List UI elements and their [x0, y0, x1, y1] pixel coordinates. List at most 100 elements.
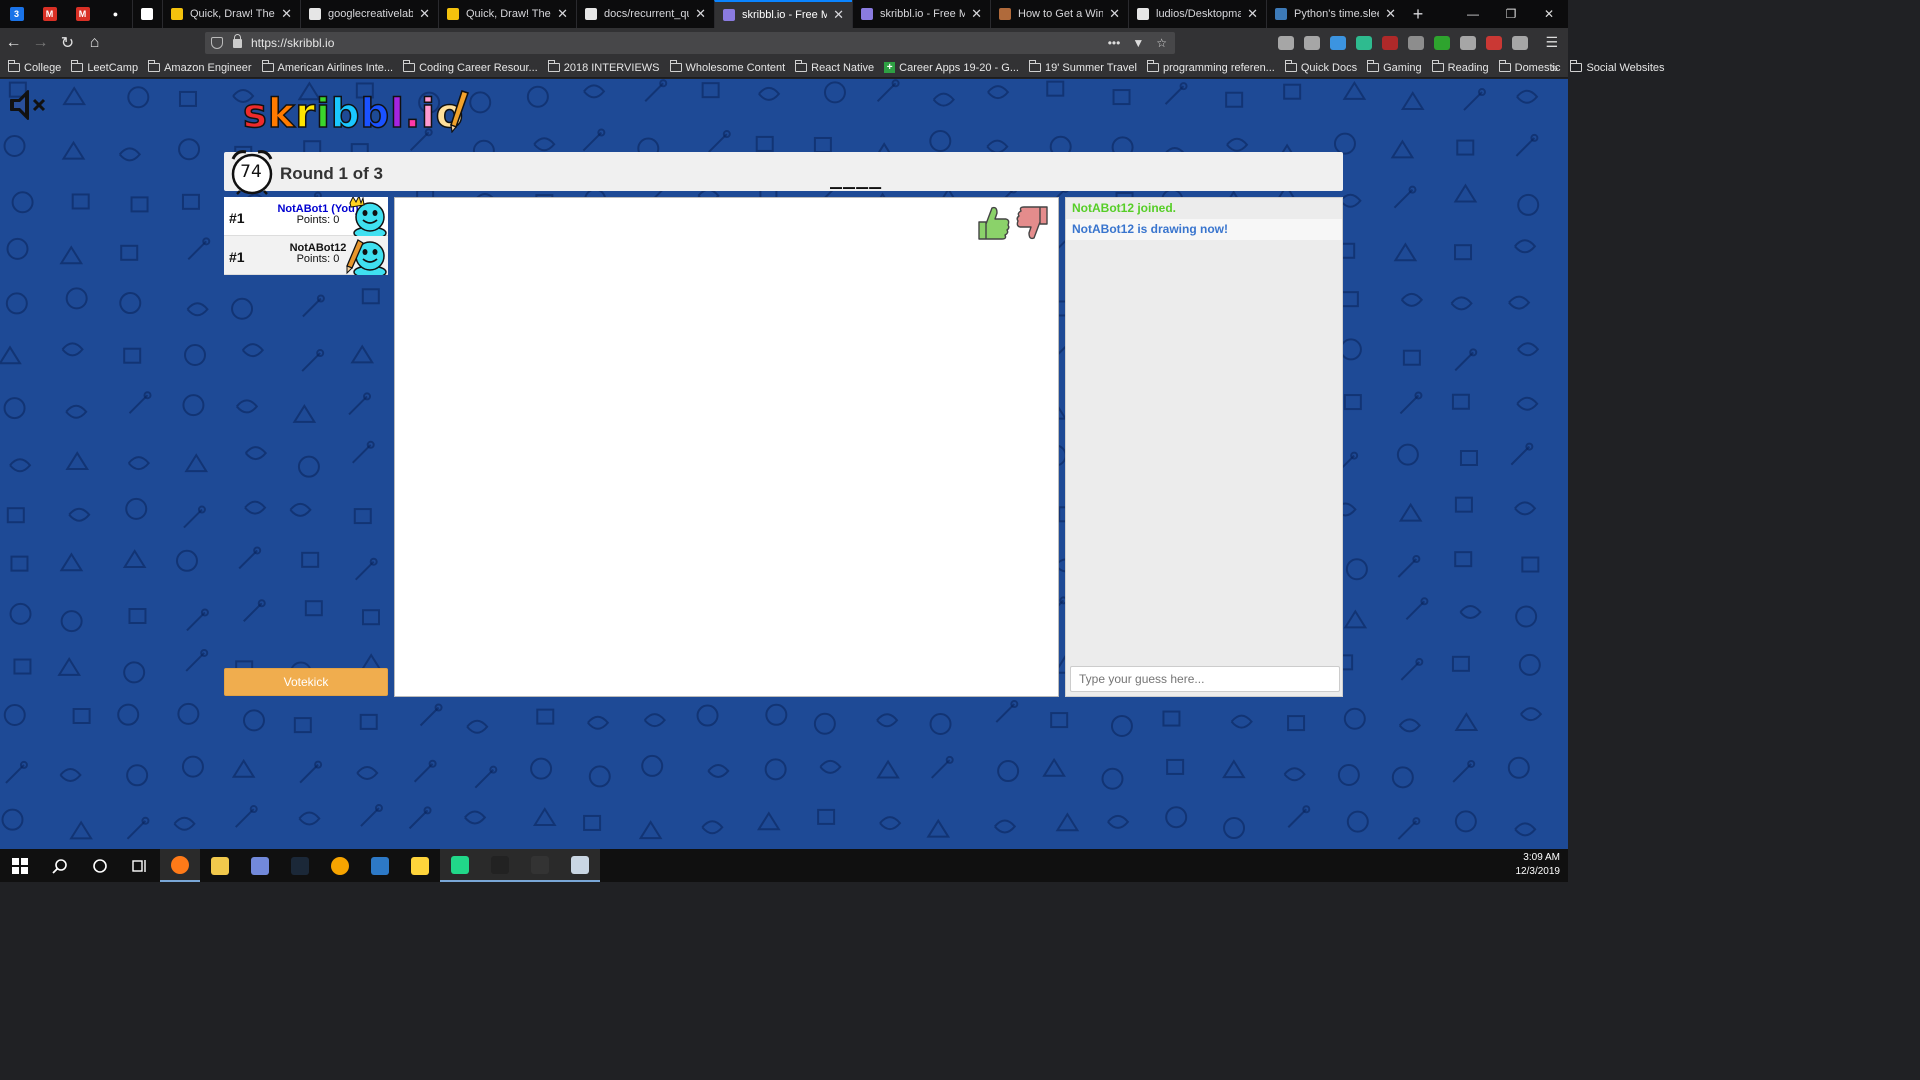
browser-tab[interactable]: ludios/Desktopmag ✕: [1128, 0, 1266, 28]
browser-tab[interactable]: How to Get a Windo ✕: [990, 0, 1128, 28]
tab-close-icon[interactable]: ✕: [695, 6, 706, 22]
pinned-tab[interactable]: ●: [99, 0, 132, 28]
tab-close-icon[interactable]: ✕: [1109, 6, 1120, 22]
logo-letter: .: [404, 90, 422, 138]
hamburger-menu-icon[interactable]: ☰: [1545, 34, 1558, 51]
bookmark-item[interactable]: React Native: [795, 60, 874, 74]
browser-tab[interactable]: docs/recurrent_qui ✕: [576, 0, 714, 28]
bookmark-star-icon[interactable]: ☆: [1156, 36, 1167, 50]
bookmark-item[interactable]: College: [8, 60, 61, 74]
browser-tab[interactable]: skribbl.io - Free Mu ✕: [714, 0, 852, 28]
browser-tab[interactable]: Python's time.sleep ✕: [1266, 0, 1404, 28]
pinned-tab[interactable]: M: [33, 0, 66, 28]
tab-close-icon[interactable]: ✕: [419, 6, 430, 22]
python-idle-icon[interactable]: [400, 849, 440, 882]
tracking-shield-icon[interactable]: [211, 37, 223, 49]
pycharm-icon[interactable]: [440, 849, 480, 882]
url-text[interactable]: https://skribbl.io: [251, 36, 334, 50]
bookmark-item[interactable]: Coding Career Resour...: [403, 60, 538, 74]
folder-icon: [1029, 60, 1041, 72]
back-arrow-icon[interactable]: ←: [0, 30, 27, 56]
bookmark-item[interactable]: 2018 INTERVIEWS: [547, 60, 660, 74]
bookmark-item[interactable]: LeetCamp: [71, 60, 138, 74]
extension-icon[interactable]: [1434, 36, 1450, 50]
bookmark-label: 19' Summer Travel: [1045, 61, 1137, 74]
file-explorer-icon[interactable]: [200, 849, 240, 882]
tab-favicon-icon: [171, 8, 183, 20]
tab-close-icon[interactable]: ✕: [1247, 6, 1258, 22]
console-icon[interactable]: [520, 849, 560, 882]
lock-icon[interactable]: [233, 33, 242, 48]
more-bookmarks-icon[interactable]: »: [1551, 61, 1558, 75]
task-view-icon[interactable]: [120, 849, 160, 882]
tab-close-icon[interactable]: ✕: [1385, 6, 1396, 22]
bookmark-item[interactable]: Wholesome Content: [669, 60, 785, 74]
thumbs-up-icon[interactable]: [975, 204, 1011, 242]
tab-close-icon[interactable]: ✕: [971, 6, 982, 22]
bookmark-item[interactable]: Quick Docs: [1284, 60, 1357, 74]
votekick-button[interactable]: Votekick: [224, 668, 388, 696]
browser-tab[interactable]: googlecreativelab/q ✕: [300, 0, 438, 28]
coin-app-icon[interactable]: [320, 849, 360, 882]
cortana-icon[interactable]: [80, 849, 120, 882]
browser-tab[interactable]: Quick, Draw! The Da ✕: [438, 0, 576, 28]
close-window-icon[interactable]: ✕: [1530, 0, 1568, 28]
browser-tab[interactable]: Quick, Draw! The Da ✕: [162, 0, 300, 28]
extension-icon[interactable]: [1304, 36, 1320, 50]
bookmark-item[interactable]: Reading: [1431, 60, 1489, 74]
remote-desktop-icon[interactable]: [560, 849, 600, 882]
tab-close-icon[interactable]: ✕: [833, 7, 844, 23]
bookmark-item[interactable]: programming referen...: [1146, 60, 1275, 74]
vscode-icon[interactable]: [360, 849, 400, 882]
new-tab-icon[interactable]: +: [1404, 0, 1432, 28]
skribbl-page: skribbl.io 74 Round 1 of 3 ____ #1 NotABo…: [0, 79, 1568, 849]
tab-close-icon[interactable]: ✕: [281, 6, 292, 22]
extension-icon[interactable]: [1356, 36, 1372, 50]
restore-icon[interactable]: ❐: [1492, 0, 1530, 28]
extension-icon[interactable]: [1408, 36, 1424, 50]
minimize-icon[interactable]: —: [1454, 0, 1492, 28]
start-icon[interactable]: [0, 849, 40, 882]
guess-input[interactable]: [1070, 666, 1340, 692]
folder-icon: [1367, 60, 1380, 72]
bookmark-item[interactable]: Social Websites: [1570, 60, 1665, 74]
thumbs-down-icon[interactable]: [1015, 204, 1051, 242]
page-actions-icon[interactable]: •••: [1108, 36, 1121, 50]
drawing-canvas[interactable]: [394, 197, 1059, 697]
bookmark-item[interactable]: American Airlines Inte...: [261, 60, 393, 74]
bookmark-item[interactable]: Gaming: [1367, 60, 1422, 74]
folder-icon: [1431, 60, 1444, 72]
system-clock[interactable]: 3:09 AM 12/3/2019: [1516, 851, 1561, 879]
bookmark-item[interactable]: + Career Apps 19-20 - G...: [884, 62, 1019, 74]
search-icon[interactable]: [40, 849, 80, 882]
home-icon[interactable]: ⌂: [81, 30, 108, 56]
folder-icon: [547, 60, 560, 72]
extension-icon[interactable]: [1278, 36, 1294, 50]
bookmark-item[interactable]: 19' Summer Travel: [1029, 60, 1137, 74]
timer-value: 74: [240, 162, 262, 182]
extension-icon[interactable]: [1330, 36, 1346, 50]
extension-icon[interactable]: [1486, 36, 1502, 50]
tab-close-icon[interactable]: ✕: [557, 6, 568, 22]
tab-title: ludios/Desktopmag: [1156, 8, 1242, 20]
bookmark-item[interactable]: Amazon Engineer: [148, 60, 252, 74]
sound-muted-icon[interactable]: [8, 87, 48, 123]
pinned-tab[interactable]: 3: [0, 0, 33, 28]
reload-icon[interactable]: ↻: [54, 30, 81, 56]
pocket-icon[interactable]: ▼: [1132, 36, 1144, 50]
forward-arrow-icon[interactable]: →: [27, 30, 54, 56]
player-row[interactable]: #1 NotABot12 Points: 0: [224, 236, 388, 275]
address-bar[interactable]: https://skribbl.io ••• ▼ ☆: [205, 32, 1175, 54]
browser-tab[interactable]: [132, 0, 162, 28]
folder-icon: [1284, 60, 1297, 72]
extension-icon[interactable]: [1382, 36, 1398, 50]
terminal-icon[interactable]: [480, 849, 520, 882]
extension-icon[interactable]: [1460, 36, 1476, 50]
firefox-icon[interactable]: [160, 849, 200, 882]
steam-icon[interactable]: [280, 849, 320, 882]
player-row[interactable]: #1 NotABot1 (You) Points: 0: [224, 197, 388, 236]
discord-icon[interactable]: [240, 849, 280, 882]
browser-tab[interactable]: skribbl.io - Free Mul ✕: [852, 0, 990, 28]
extension-icon[interactable]: [1512, 36, 1528, 50]
pinned-tab[interactable]: M: [66, 0, 99, 28]
